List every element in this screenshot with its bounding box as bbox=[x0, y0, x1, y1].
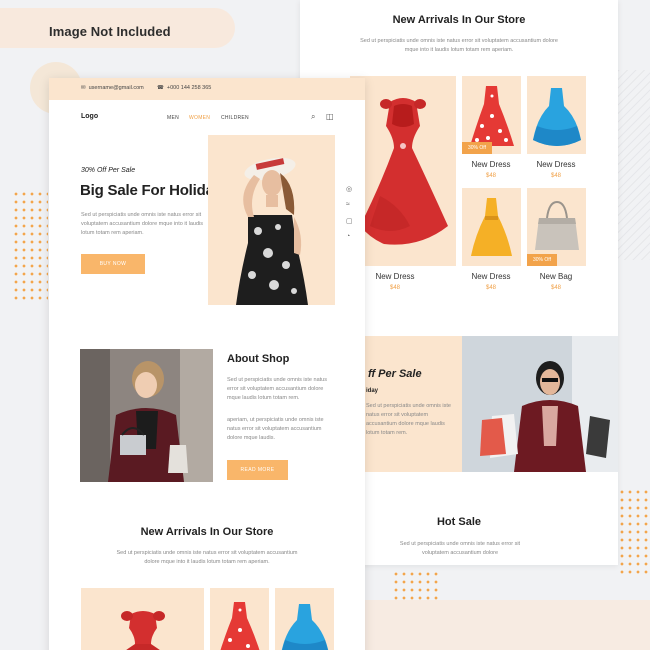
shopping-woman-photo bbox=[462, 336, 618, 472]
product-card[interactable]: 30% Off bbox=[527, 188, 586, 266]
rss-icon[interactable]: ◔ bbox=[346, 233, 350, 240]
logo[interactable]: Logo bbox=[81, 113, 98, 120]
red-gown-image bbox=[360, 98, 448, 245]
hot-sale-subtitle: Sed ut perspiciatis unde omnis iste natu… bbox=[399, 541, 521, 556]
about-shop-text-1: Sed ut perspiciatis unde omnis iste natu… bbox=[227, 377, 327, 401]
product-name[interactable]: New Bag bbox=[526, 272, 586, 281]
sale-banner-subtitle: iday bbox=[366, 388, 379, 394]
facebook-icon[interactable]: ▢ bbox=[346, 217, 353, 225]
about-shop-photo bbox=[80, 349, 213, 482]
new-arrivals-subtitle: Sed ut perspiciatis unde omnis iste natu… bbox=[116, 550, 298, 565]
polka-dress-image bbox=[220, 602, 260, 650]
product-name[interactable]: New Dress bbox=[461, 272, 521, 281]
decorative-dots-left bbox=[12, 190, 48, 300]
product-card[interactable] bbox=[527, 76, 586, 154]
product-card[interactable] bbox=[275, 588, 334, 650]
read-more-button[interactable]: READ MORE bbox=[227, 460, 288, 480]
shopping-woman-image bbox=[462, 336, 618, 472]
product-card-large[interactable] bbox=[350, 76, 456, 266]
phone-text: +000 144 258 365 bbox=[166, 85, 212, 91]
phone-contact[interactable]: ☎ +000 144 258 365 bbox=[157, 85, 211, 91]
nav-link-children[interactable]: CHILDREN bbox=[221, 115, 249, 121]
product-name[interactable]: New Dress bbox=[461, 160, 521, 169]
product-card[interactable] bbox=[462, 188, 521, 266]
about-shop-title: About Shop bbox=[227, 353, 290, 365]
hero-image-panel bbox=[208, 135, 335, 305]
search-icon[interactable]: ⌕ bbox=[311, 112, 315, 122]
nav-link-men[interactable]: MEN bbox=[167, 115, 179, 121]
sale-banner-text: Sed ut perspiciatis unde omnis iste natu… bbox=[366, 403, 451, 436]
decorative-peach-block bbox=[365, 600, 650, 650]
red-gown-image bbox=[121, 611, 165, 650]
bag-icon[interactable]: ◫ bbox=[326, 112, 334, 121]
product-price: $48 bbox=[550, 285, 561, 291]
blue-gown-image bbox=[533, 88, 581, 146]
section-title: New Arrivals In Our Store bbox=[392, 14, 526, 26]
discount-badge: 30% Off bbox=[462, 142, 492, 154]
discount-badge: 30% Off bbox=[527, 254, 557, 266]
decorative-dots-bottom bbox=[392, 570, 440, 600]
product-card[interactable] bbox=[210, 588, 269, 650]
mail-icon: ✉ bbox=[81, 85, 86, 91]
email-text: username@gmail.com bbox=[88, 85, 144, 91]
instagram-icon[interactable]: ◎ bbox=[346, 185, 352, 193]
email-template-preview-left: ✉ username@gmail.com ☎ +000 144 258 365 … bbox=[49, 78, 365, 650]
product-price: $48 bbox=[485, 173, 496, 179]
phone-icon: ☎ bbox=[157, 85, 164, 91]
product-price: $48 bbox=[550, 173, 561, 179]
yellow-dress-image bbox=[471, 198, 512, 256]
product-name[interactable]: New Dress bbox=[365, 272, 425, 281]
product-name[interactable]: New Dress bbox=[526, 160, 586, 169]
product-price: $48 bbox=[389, 285, 400, 291]
product-card[interactable]: 30% Off bbox=[462, 76, 521, 154]
product-price: $48 bbox=[485, 285, 496, 291]
top-contact-bar: ✉ username@gmail.com ☎ +000 144 258 365 bbox=[49, 78, 365, 100]
twitter-icon[interactable]: ≈ bbox=[346, 201, 350, 208]
product-card[interactable] bbox=[81, 588, 204, 650]
model-in-hat-image bbox=[236, 157, 308, 305]
hero-discount-text: 30% Off Per Sale bbox=[81, 167, 136, 174]
hero-title: Big Sale For Holiday bbox=[80, 182, 222, 199]
email-contact[interactable]: ✉ username@gmail.com bbox=[81, 85, 144, 91]
image-not-included-label: Image Not Included bbox=[49, 24, 171, 39]
sale-banner-title: ff Per Sale bbox=[368, 368, 422, 380]
section-subtitle: Sed ut perspiciatis unde omnis iste natu… bbox=[360, 38, 558, 53]
hero-description: Sed ut perspiciatis unde omnis iste natu… bbox=[81, 212, 203, 236]
about-shop-text-2: aperiam, ut perspiciatis unde omnis iste… bbox=[227, 417, 324, 441]
woman-with-bag-image bbox=[80, 349, 213, 482]
new-arrivals-title: New Arrivals In Our Store bbox=[140, 526, 274, 538]
nav-link-women[interactable]: WOMEN bbox=[189, 115, 210, 121]
decorative-dots-right bbox=[618, 488, 650, 578]
buy-now-button[interactable]: BUY NOW bbox=[81, 254, 145, 274]
blue-gown-image bbox=[281, 604, 329, 650]
